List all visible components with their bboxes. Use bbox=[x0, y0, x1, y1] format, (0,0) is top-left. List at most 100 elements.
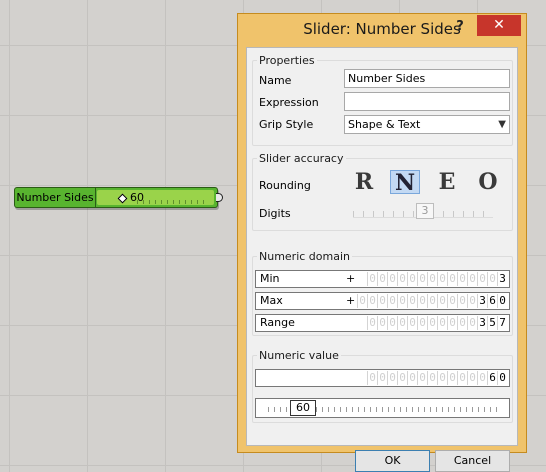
digit-cell[interactable]: 0 bbox=[497, 294, 507, 308]
digit-cell[interactable]: 0 bbox=[367, 371, 377, 385]
digit-cell[interactable]: 0 bbox=[487, 272, 497, 286]
min-row[interactable]: Min + 00000000000003 bbox=[255, 270, 510, 288]
min-sign[interactable]: + bbox=[346, 271, 355, 287]
digit-cell[interactable]: 0 bbox=[397, 294, 407, 308]
digit-cell[interactable]: 0 bbox=[467, 316, 477, 330]
grip-style-select[interactable]: Shape & Text ▼ bbox=[344, 115, 510, 134]
expression-label: Expression bbox=[259, 96, 319, 109]
digit-cell[interactable]: 0 bbox=[417, 294, 427, 308]
rounding-option-n[interactable]: N bbox=[390, 170, 420, 195]
range-label: Range bbox=[260, 316, 295, 329]
digit-cell[interactable]: 0 bbox=[387, 294, 397, 308]
component-slider-track[interactable]: 60 bbox=[97, 190, 214, 205]
digit-cell[interactable]: 0 bbox=[417, 371, 427, 385]
value-grip[interactable]: 60 bbox=[290, 400, 316, 416]
digit-cell[interactable]: 0 bbox=[457, 371, 467, 385]
accuracy-group: Slider accuracy Rounding R N E O Digits … bbox=[252, 152, 513, 231]
digit-cell[interactable]: 0 bbox=[387, 371, 397, 385]
properties-title: Properties bbox=[257, 54, 317, 67]
grip-style-label: Grip Style bbox=[259, 118, 314, 131]
digit-cell[interactable]: 0 bbox=[377, 371, 387, 385]
digit-cell[interactable]: 0 bbox=[437, 371, 447, 385]
min-label: Min bbox=[260, 272, 280, 285]
digit-cell[interactable]: 0 bbox=[397, 371, 407, 385]
close-button[interactable]: ✕ bbox=[477, 15, 521, 36]
digit-cell[interactable]: 0 bbox=[387, 316, 397, 330]
domain-group: Numeric domain Min + 00000000000003 Max … bbox=[252, 250, 513, 336]
rounding-options: R N E O bbox=[349, 170, 509, 195]
digit-cell[interactable]: 0 bbox=[367, 316, 377, 330]
domain-title: Numeric domain bbox=[257, 250, 353, 263]
digit-cell[interactable]: 3 bbox=[497, 272, 507, 286]
digit-cell[interactable]: 0 bbox=[447, 294, 457, 308]
digit-cell[interactable]: 6 bbox=[487, 371, 497, 385]
digit-cell[interactable]: 0 bbox=[377, 272, 387, 286]
digit-cell[interactable]: 3 bbox=[477, 294, 487, 308]
digit-cell[interactable]: 0 bbox=[467, 294, 477, 308]
max-row[interactable]: Max + 000000000000360 bbox=[255, 292, 510, 310]
digit-cell[interactable]: 0 bbox=[467, 371, 477, 385]
digit-cell[interactable]: 0 bbox=[477, 272, 487, 286]
name-label: Name bbox=[259, 74, 292, 87]
rounding-option-r[interactable]: R bbox=[349, 170, 379, 194]
diamond-grip-icon[interactable] bbox=[117, 193, 128, 204]
digit-cell[interactable]: 7 bbox=[497, 316, 507, 330]
digit-cell[interactable]: 0 bbox=[407, 272, 417, 286]
digits-slider[interactable]: 3 bbox=[253, 203, 513, 221]
digit-cell[interactable]: 6 bbox=[487, 294, 497, 308]
digit-cell[interactable]: 0 bbox=[497, 371, 507, 385]
digit-cell[interactable]: 0 bbox=[477, 371, 487, 385]
digit-cell[interactable]: 0 bbox=[427, 272, 437, 286]
range-row: Range 00000000000357 bbox=[255, 314, 510, 332]
help-button[interactable]: ? bbox=[450, 18, 470, 36]
value-slider[interactable]: 60 bbox=[255, 398, 510, 418]
digit-cell[interactable]: 0 bbox=[367, 294, 377, 308]
properties-group: Properties Name Expression Grip Style Sh… bbox=[252, 54, 513, 146]
digit-cell[interactable]: 0 bbox=[447, 272, 457, 286]
digit-cell[interactable]: 5 bbox=[487, 316, 497, 330]
digit-cell[interactable]: 0 bbox=[387, 272, 397, 286]
value-row[interactable]: 00000000000060 bbox=[255, 369, 510, 387]
digit-cell[interactable]: 0 bbox=[397, 272, 407, 286]
rounding-option-e[interactable]: E bbox=[432, 170, 462, 194]
digit-cell[interactable]: 0 bbox=[417, 316, 427, 330]
rounding-label: Rounding bbox=[259, 179, 311, 192]
digit-cell[interactable]: 0 bbox=[457, 294, 467, 308]
digit-cell[interactable]: 0 bbox=[397, 316, 407, 330]
digit-cell[interactable]: 0 bbox=[457, 272, 467, 286]
digit-cell[interactable]: 0 bbox=[437, 272, 447, 286]
digit-cell[interactable]: 0 bbox=[427, 294, 437, 308]
rounding-option-o[interactable]: O bbox=[473, 170, 503, 194]
component-ticks bbox=[137, 200, 206, 204]
digit-cell[interactable]: 0 bbox=[377, 294, 387, 308]
digit-cell[interactable]: 0 bbox=[437, 294, 447, 308]
digit-cell[interactable]: 0 bbox=[407, 371, 417, 385]
output-grip-icon[interactable] bbox=[216, 193, 223, 202]
digit-cell[interactable]: 0 bbox=[457, 316, 467, 330]
digit-cell[interactable]: 0 bbox=[357, 294, 367, 308]
digit-cell[interactable]: 0 bbox=[407, 294, 417, 308]
digit-cell[interactable]: 0 bbox=[427, 371, 437, 385]
number-slider-component[interactable]: Number Sides 60 bbox=[14, 187, 223, 208]
digit-cell[interactable]: 0 bbox=[437, 316, 447, 330]
ok-button[interactable]: OK bbox=[355, 450, 430, 472]
value-title: Numeric value bbox=[257, 349, 341, 362]
digit-cell[interactable]: 0 bbox=[407, 316, 417, 330]
digit-cell[interactable]: 0 bbox=[427, 316, 437, 330]
slider-dialog: Slider: Number Sides ? ✕ Properties Name… bbox=[237, 13, 527, 472]
digits-grip[interactable]: 3 bbox=[416, 203, 434, 219]
name-input[interactable] bbox=[344, 69, 510, 88]
digit-cell[interactable]: 0 bbox=[447, 316, 457, 330]
dialog-client: Properties Name Expression Grip Style Sh… bbox=[246, 47, 518, 472]
digit-cell[interactable]: 3 bbox=[477, 316, 487, 330]
digit-cell[interactable]: 0 bbox=[377, 316, 387, 330]
digit-cell[interactable]: 0 bbox=[367, 272, 377, 286]
digit-cell[interactable]: 0 bbox=[417, 272, 427, 286]
digit-cell[interactable]: 0 bbox=[467, 272, 477, 286]
accuracy-title: Slider accuracy bbox=[257, 152, 346, 165]
dialog-titlebar[interactable]: Slider: Number Sides ? ✕ bbox=[238, 14, 526, 48]
digit-cell[interactable]: 0 bbox=[447, 371, 457, 385]
expression-input[interactable] bbox=[344, 92, 510, 111]
cancel-button[interactable]: Cancel bbox=[435, 450, 510, 472]
max-sign[interactable]: + bbox=[346, 293, 355, 309]
